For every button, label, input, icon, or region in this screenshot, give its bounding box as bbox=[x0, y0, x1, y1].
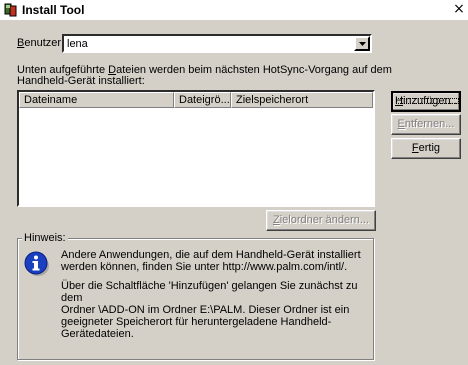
column-header-destination[interactable]: Zielspeicherort bbox=[231, 92, 373, 108]
user-combobox[interactable]: lena bbox=[62, 34, 372, 53]
chevron-down-icon bbox=[359, 42, 366, 46]
file-list[interactable]: Dateiname Dateigrö... Zielspeicherort bbox=[17, 90, 375, 207]
remove-button-text: ntfernen... bbox=[404, 118, 455, 130]
remove-button-accel: E bbox=[397, 118, 405, 130]
hint-p2-line1: Über die Schaltfläche 'Hinzufügen' gelan… bbox=[61, 280, 358, 304]
close-icon[interactable]: × bbox=[451, 1, 467, 17]
user-label-rest: enutzer: bbox=[24, 37, 65, 49]
hint-p1-line1: Andere Anwendungen, die auf dem Handheld… bbox=[61, 249, 361, 261]
add-button-text: inzufügen... bbox=[402, 95, 460, 107]
add-button[interactable]: Hinzufügen... bbox=[391, 91, 461, 112]
hint-p2-line3: geeigneter Speicherort für heruntergelad… bbox=[61, 316, 332, 340]
install-tool-icon bbox=[4, 3, 17, 17]
hint-p2-line2: Ordner \ADD-ON im Ordner E:\PALM. Dieser… bbox=[61, 304, 350, 316]
user-combobox-dropdown-button[interactable] bbox=[354, 36, 370, 51]
done-button-accel: F bbox=[411, 142, 419, 154]
info-icon bbox=[24, 251, 49, 276]
column-header-filesize[interactable]: Dateigrö... bbox=[174, 92, 231, 108]
change-target-folder-text: ielordner ändern... bbox=[279, 214, 369, 226]
file-list-description-line2: Handheld-Gerät installiert: bbox=[17, 75, 145, 87]
description-text-2: ateien werden beim nächsten HotSync-Vorg… bbox=[116, 64, 392, 76]
title-bar[interactable]: Install Tool × bbox=[0, 0, 468, 20]
change-target-folder-accel: Z bbox=[272, 214, 280, 226]
remove-button[interactable]: Entfernen... bbox=[391, 114, 461, 135]
column-header-filename[interactable]: Dateiname bbox=[19, 92, 174, 108]
hint-paragraph-2: Über die Schaltfläche 'Hinzufügen' gelan… bbox=[61, 280, 371, 340]
add-button-accel: H bbox=[395, 95, 403, 107]
done-button-text: ertig bbox=[418, 142, 441, 154]
window-title: Install Tool bbox=[22, 3, 85, 17]
user-combobox-value: lena bbox=[67, 38, 88, 50]
hint-title: Hinweis: bbox=[22, 232, 68, 244]
done-button[interactable]: Fertig bbox=[391, 138, 461, 159]
change-target-folder-button[interactable]: Zielordner ändern... bbox=[266, 210, 376, 231]
user-label: Benutzer: bbox=[17, 37, 64, 49]
add-button-label: Hinzufügen... bbox=[393, 95, 462, 107]
hint-p1-line2: werden können, finden Sie unter http://w… bbox=[61, 261, 348, 273]
hint-paragraph-1: Andere Anwendungen, die auf dem Handheld… bbox=[61, 249, 371, 273]
